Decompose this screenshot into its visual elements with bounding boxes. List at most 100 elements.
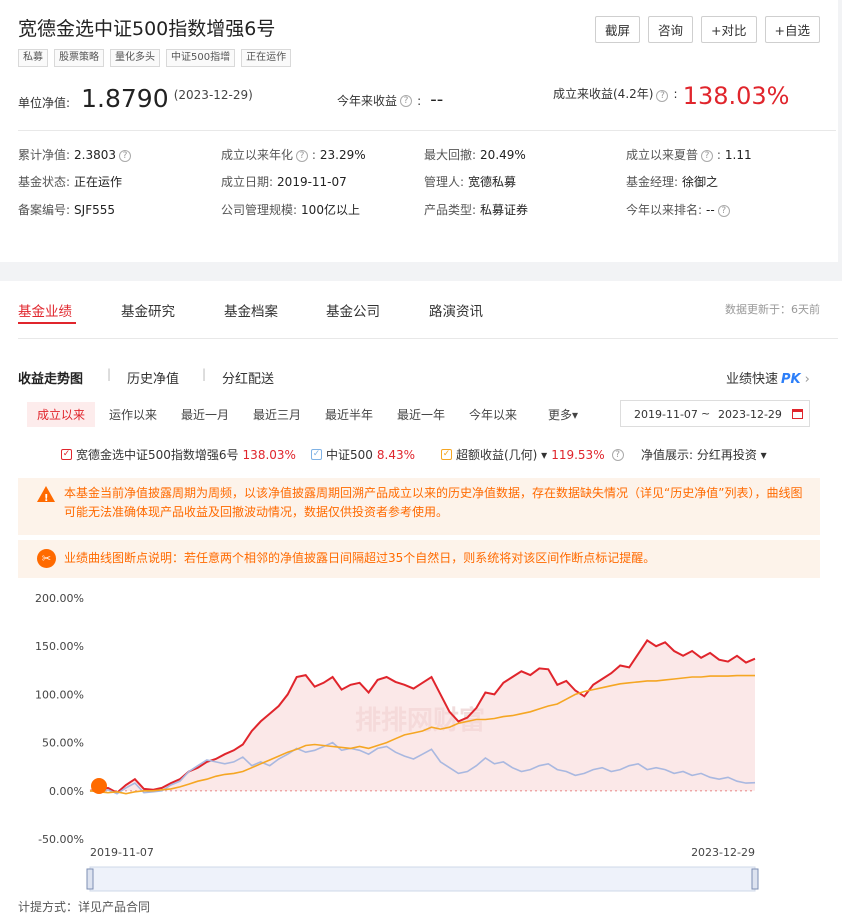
quick-pk-link[interactable]: 业绩快速 PK › xyxy=(726,368,810,387)
info-key: 成立以来年化 xyxy=(221,148,294,162)
tag-strategy: 股票策略 xyxy=(54,49,104,67)
range-since-operation[interactable]: 运作以来 xyxy=(109,406,157,423)
legend-fund-name: 宽德金选中证500指数增强6号 xyxy=(76,448,239,462)
y-tick-label: 50.00% xyxy=(42,737,84,750)
consult-button[interactable]: 咨询 xyxy=(648,16,694,43)
ytd-value: -- xyxy=(430,89,444,110)
help-icon[interactable]: ? xyxy=(400,94,413,107)
y-tick-label: 100.00% xyxy=(35,688,84,701)
date-to: 2023-12-29 xyxy=(718,408,782,421)
info-value: 100亿以上 xyxy=(301,203,360,217)
unit-nav: 单位净值: 1.8790 (2023-12-29) xyxy=(18,84,253,113)
tag-quant: 量化多头 xyxy=(110,49,160,67)
info-value: 20.49% xyxy=(480,148,526,162)
info-value[interactable]: 宽德私募 xyxy=(468,175,516,189)
breakpoint-text: 业绩曲线图断点说明：若任意两个相邻的净值披露日间隔超过35个自然日，则系统将对该… xyxy=(64,551,656,565)
info-item: 基金状态: 正在运作 xyxy=(18,173,122,190)
return-chart[interactable]: 200.00%150.00%100.00%50.00%0.00%-50.00%排… xyxy=(0,581,842,919)
tag-private: 私募 xyxy=(18,49,48,67)
checkbox-icon[interactable]: ✓ xyxy=(441,449,452,460)
tag-index: 中证500指增 xyxy=(166,49,236,67)
disclosure-notice: ! 本基金当前净值披露周期为周频，以该净值披露周期回溯产品成立以来的历史净值数据… xyxy=(18,478,820,535)
range-6m[interactable]: 最近半年 xyxy=(325,406,373,423)
calendar-icon[interactable] xyxy=(792,409,803,419)
range-1m[interactable]: 最近一月 xyxy=(181,406,229,423)
help-icon[interactable]: ? xyxy=(611,448,624,461)
legend-excess[interactable]: ✓ 超额收益(几何) ▾ 119.53% ? xyxy=(441,446,624,463)
info-item: 公司管理规模: 100亿以上 xyxy=(221,201,360,218)
tab-archive[interactable]: 基金档案 xyxy=(224,300,278,320)
y-tick-label: 150.00% xyxy=(35,640,84,653)
tab-research[interactable]: 基金研究 xyxy=(121,300,175,320)
help-icon[interactable]: ? xyxy=(701,149,714,162)
tab-roadshow[interactable]: 路演资讯 xyxy=(429,300,483,320)
compare-button[interactable]: +对比 xyxy=(701,16,757,43)
since-inception-return: 成立来收益(4.2年)? : 138.03% xyxy=(553,82,790,110)
ytd-label: 今年来收益 xyxy=(337,94,398,108)
info-item: 备案编号: SJF555 xyxy=(18,201,115,218)
legend-index-value: 8.43% xyxy=(376,447,416,462)
info-value: 23.29% xyxy=(319,148,366,162)
since-value: 138.03% xyxy=(682,82,790,110)
fund-area xyxy=(90,640,755,793)
nav-display-dropdown[interactable]: 净值展示: 分红再投资 ▾ xyxy=(641,446,767,463)
y-tick-label: -50.00% xyxy=(38,833,84,846)
range-ytd[interactable]: 今年以来 xyxy=(469,406,517,423)
legend-index-name: 中证500 xyxy=(326,448,373,462)
info-key: 公司管理规模: xyxy=(221,203,298,217)
legend-fund-value: 138.03% xyxy=(242,447,296,462)
fund-header-card: 宽德金选中证500指数增强6号 私募 股票策略 量化多头 中证500指增 正在运… xyxy=(0,0,838,262)
legend-index[interactable]: ✓ 中证500 8.43% xyxy=(311,446,415,463)
x-tick-label: 2019-11-07 xyxy=(90,846,154,859)
tab-company[interactable]: 基金公司 xyxy=(326,300,380,320)
quick-pk-label: 业绩快速 xyxy=(726,372,779,387)
subtab-dividend[interactable]: 分红配送 xyxy=(222,368,274,387)
info-item: 今年以来排名: --? xyxy=(626,201,730,218)
breakpoint-marker xyxy=(91,777,107,794)
breakpoint-notice: ✂ 业绩曲线图断点说明：若任意两个相邻的净值披露日间隔超过35个自然日，则系统将… xyxy=(18,540,820,578)
info-item: 累计净值: 2.3803? xyxy=(18,146,132,163)
info-key: 基金状态: xyxy=(18,175,71,189)
separator: | xyxy=(107,367,112,381)
divider xyxy=(18,338,838,339)
checkbox-icon[interactable]: ✓ xyxy=(311,449,322,460)
range-3m[interactable]: 最近三月 xyxy=(253,406,301,423)
info-item: 产品类型: 私募证券 xyxy=(424,201,528,218)
help-icon[interactable]: ? xyxy=(119,149,132,162)
help-icon[interactable]: ? xyxy=(656,90,669,102)
range-navigator xyxy=(89,866,756,892)
checkbox-icon[interactable]: ✓ xyxy=(61,449,72,460)
help-icon[interactable]: ? xyxy=(296,149,309,162)
chevron-right-icon: › xyxy=(804,372,810,387)
fee-method: 计提方式：详见产品合同 xyxy=(18,899,150,914)
help-icon[interactable]: ? xyxy=(717,204,730,217)
range-1y[interactable]: 最近一年 xyxy=(397,406,445,423)
legend-excess-value: 119.53% xyxy=(551,447,605,462)
subtab-return-chart[interactable]: 收益走势图 xyxy=(18,368,83,387)
fund-tags: 私募 股票策略 量化多头 中证500指增 正在运作 xyxy=(18,49,292,67)
info-key: 成立日期: xyxy=(221,175,274,189)
legend-excess-name: 超额收益(几何) ▾ xyxy=(456,448,548,462)
info-item: 管理人: 宽德私募 xyxy=(424,173,516,190)
date-tilde: ~ xyxy=(701,407,711,420)
range-more-dropdown[interactable]: 更多▾ xyxy=(548,406,578,423)
info-key: 成立以来夏普 xyxy=(626,148,699,162)
info-value: 2.3803 xyxy=(74,148,117,162)
breakpoint-icon: ✂ xyxy=(37,549,56,568)
y-tick-label: 0.00% xyxy=(49,785,84,798)
info-key: 管理人: xyxy=(424,175,465,189)
watchlist-button[interactable]: +自选 xyxy=(764,16,820,43)
info-item: 最大回撤: 20.49% xyxy=(424,146,526,163)
date-range-picker[interactable]: 2019-11-07 ~ 2023-12-29 xyxy=(620,400,810,427)
info-key: 最大回撤: xyxy=(424,148,477,162)
subtab-history-nav[interactable]: 历史净值 xyxy=(127,368,179,387)
screenshot-button[interactable]: 截屏 xyxy=(595,16,641,43)
disclosure-text: 本基金当前净值披露周期为周频，以该净值披露周期回溯产品成立以来的历史净值数据，存… xyxy=(64,486,803,519)
info-key: 今年以来排名: xyxy=(626,203,703,217)
active-tab-indicator xyxy=(18,322,76,324)
legend-fund[interactable]: ✓ 宽德金选中证500指数增强6号 138.03% xyxy=(61,446,296,463)
range-since-inception[interactable]: 成立以来 xyxy=(27,402,96,427)
tab-performance[interactable]: 基金业绩 xyxy=(18,300,72,320)
navigator-handle-left xyxy=(86,868,94,890)
info-value[interactable]: 徐御之 xyxy=(682,175,718,189)
